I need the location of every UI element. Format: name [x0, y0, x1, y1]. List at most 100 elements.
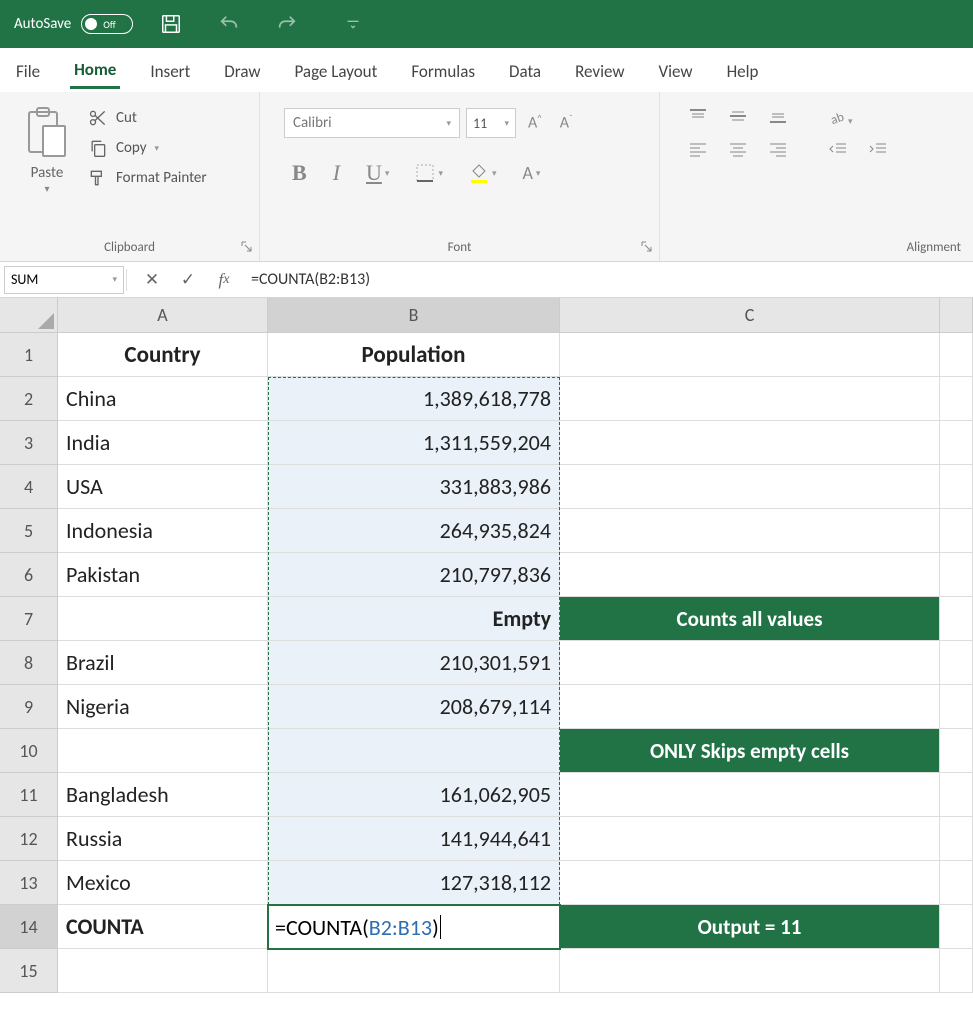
tab-view[interactable]: View — [655, 53, 697, 88]
italic-button[interactable]: I — [333, 160, 340, 186]
tab-insert[interactable]: Insert — [146, 53, 194, 88]
tab-help[interactable]: Help — [723, 53, 763, 88]
cell-a5[interactable]: Indonesia — [58, 509, 268, 553]
cell-d9[interactable] — [940, 685, 973, 729]
cell-d1[interactable] — [940, 333, 973, 377]
cell-a8[interactable]: Brazil — [58, 641, 268, 685]
align-right-icon[interactable] — [768, 141, 788, 162]
dialog-launcher-icon[interactable] — [641, 241, 653, 253]
column-header-c[interactable]: C — [560, 298, 940, 333]
cell-c9[interactable] — [560, 685, 940, 729]
align-bottom-icon[interactable] — [768, 108, 788, 129]
row-header-2[interactable]: 2 — [0, 377, 58, 421]
cell-b8[interactable]: 210,301,591 — [268, 641, 560, 685]
cell-b9[interactable]: 208,679,114 — [268, 685, 560, 729]
align-top-icon[interactable] — [688, 108, 708, 129]
cell-c1[interactable] — [560, 333, 940, 377]
paste-dropdown-icon[interactable]: ▾ — [44, 182, 49, 195]
cell-a2[interactable]: China — [58, 377, 268, 421]
row-header-15[interactable]: 15 — [0, 949, 58, 993]
cell-a1[interactable]: Country — [58, 333, 268, 377]
cell-c13[interactable] — [560, 861, 940, 905]
row-header-8[interactable]: 8 — [0, 641, 58, 685]
cell-b4[interactable]: 331,883,986 — [268, 465, 560, 509]
tab-review[interactable]: Review — [571, 53, 628, 88]
tab-home[interactable]: Home — [70, 51, 120, 89]
cell-d11[interactable] — [940, 773, 973, 817]
tab-page-layout[interactable]: Page Layout — [291, 53, 382, 88]
row-header-12[interactable]: 12 — [0, 817, 58, 861]
active-cell-editor[interactable]: =COUNTA(B2:B13) — [267, 904, 561, 950]
spreadsheet-grid[interactable]: ABC1CountryPopulation2China1,389,618,778… — [0, 298, 973, 993]
cell-d10[interactable] — [940, 729, 973, 773]
cell-a12[interactable]: Russia — [58, 817, 268, 861]
orientation-icon[interactable]: ab▾ — [828, 108, 853, 129]
cell-b1[interactable]: Population — [268, 333, 560, 377]
cell-d7[interactable] — [940, 597, 973, 641]
cell-c8[interactable] — [560, 641, 940, 685]
name-box[interactable]: SUM▾ — [4, 266, 124, 294]
redo-icon[interactable] — [267, 4, 307, 44]
cell-b11[interactable]: 161,062,905 — [268, 773, 560, 817]
row-header-3[interactable]: 3 — [0, 421, 58, 465]
row-header-13[interactable]: 13 — [0, 861, 58, 905]
autosave-toggle[interactable]: Off — [81, 14, 133, 34]
bold-button[interactable]: B — [292, 160, 307, 186]
row-header-11[interactable]: 11 — [0, 773, 58, 817]
decrease-font-icon[interactable]: Aˇ — [554, 113, 579, 132]
cell-b5[interactable]: 264,935,824 — [268, 509, 560, 553]
increase-indent-icon[interactable] — [868, 141, 888, 162]
cell-d12[interactable] — [940, 817, 973, 861]
format-painter-button[interactable]: Format Painter — [88, 168, 207, 188]
cell-a11[interactable]: Bangladesh — [58, 773, 268, 817]
select-all-corner[interactable] — [0, 298, 58, 333]
tab-data[interactable]: Data — [505, 53, 545, 88]
column-header-b[interactable]: B — [268, 298, 560, 333]
enter-formula-icon[interactable]: ✓ — [175, 267, 201, 293]
qat-dropdown-icon[interactable] — [333, 4, 373, 44]
cell-c5[interactable] — [560, 509, 940, 553]
tab-formulas[interactable]: Formulas — [407, 53, 479, 88]
cut-button[interactable]: Cut — [88, 108, 207, 128]
cell-a4[interactable]: USA — [58, 465, 268, 509]
cell-a10[interactable] — [58, 729, 268, 773]
cell-d3[interactable] — [940, 421, 973, 465]
cell-d4[interactable] — [940, 465, 973, 509]
paste-icon[interactable] — [25, 106, 69, 158]
underline-button[interactable]: U▾ — [366, 160, 389, 186]
cell-d6[interactable] — [940, 553, 973, 597]
undo-icon[interactable] — [209, 4, 249, 44]
font-size-select[interactable]: 11▾ — [466, 108, 516, 138]
cell-b3[interactable]: 1,311,559,204 — [268, 421, 560, 465]
cell-c10[interactable]: ONLY Skips empty cells — [560, 729, 940, 773]
row-header-4[interactable]: 4 — [0, 465, 58, 509]
column-header-a[interactable]: A — [58, 298, 268, 333]
cancel-formula-icon[interactable]: ✕ — [139, 267, 165, 293]
cell-d8[interactable] — [940, 641, 973, 685]
cell-d15[interactable] — [940, 949, 973, 993]
tab-draw[interactable]: Draw — [220, 53, 264, 88]
tab-file[interactable]: File — [12, 53, 44, 88]
cell-a7[interactable] — [58, 597, 268, 641]
formula-input[interactable]: =COUNTA(B2:B13) — [237, 270, 973, 289]
cell-a14[interactable]: COUNTA — [58, 905, 268, 949]
cell-c7[interactable]: Counts all values — [560, 597, 940, 641]
cell-b13[interactable]: 127,318,112 — [268, 861, 560, 905]
increase-font-icon[interactable]: A^ — [522, 113, 548, 132]
cell-a3[interactable]: India — [58, 421, 268, 465]
row-header-10[interactable]: 10 — [0, 729, 58, 773]
cell-d5[interactable] — [940, 509, 973, 553]
dialog-launcher-icon[interactable] — [241, 241, 253, 253]
cell-b12[interactable]: 141,944,641 — [268, 817, 560, 861]
decrease-indent-icon[interactable] — [828, 141, 848, 162]
cell-c15[interactable] — [560, 949, 940, 993]
paste-button[interactable]: Paste — [31, 164, 64, 182]
cell-b6[interactable]: 210,797,836 — [268, 553, 560, 597]
save-icon[interactable] — [151, 4, 191, 44]
cell-c11[interactable] — [560, 773, 940, 817]
cell-b15[interactable] — [268, 949, 560, 993]
fx-icon[interactable]: fx — [211, 267, 237, 293]
row-header-5[interactable]: 5 — [0, 509, 58, 553]
border-button[interactable]: ▾ — [415, 163, 443, 183]
cell-a6[interactable]: Pakistan — [58, 553, 268, 597]
